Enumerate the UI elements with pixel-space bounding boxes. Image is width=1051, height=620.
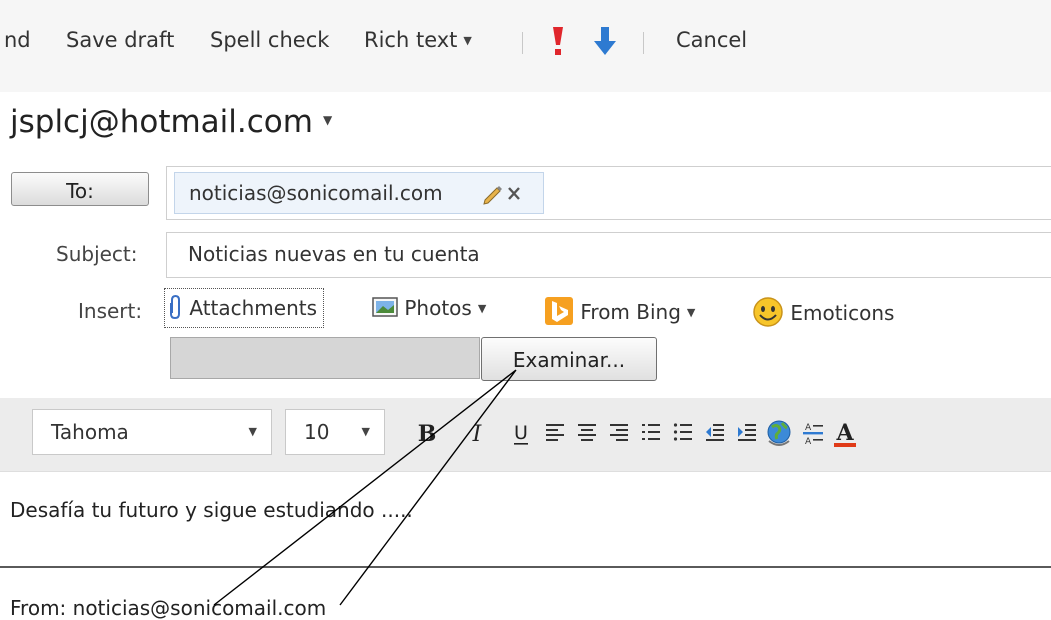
insert-attachments-button[interactable]: Attachments: [164, 288, 325, 328]
file-path-input[interactable]: [170, 337, 480, 379]
exclamation-icon: [553, 27, 563, 55]
svg-text:A: A: [805, 437, 812, 447]
numbered-list-icon: [642, 424, 660, 440]
svg-text:A: A: [835, 420, 854, 446]
from-bing-label: From Bing: [580, 300, 681, 324]
message-body-text[interactable]: Desafía tu futuro y sigue estudiando ...…: [10, 498, 413, 522]
edit-pencil-icon[interactable]: [483, 186, 502, 205]
chevron-down-icon: ▼: [322, 113, 333, 127]
smiley-icon: [753, 297, 783, 327]
save-draft-button[interactable]: Save draft: [66, 28, 174, 52]
remove-recipient-icon[interactable]: [508, 187, 520, 200]
from-account-label: jsplcj@hotmail.com: [10, 104, 313, 140]
photo-icon: [372, 297, 398, 317]
svg-text:A: A: [805, 423, 812, 433]
highlight-button[interactable]: A A: [798, 415, 828, 449]
cancel-button[interactable]: Cancel: [676, 28, 747, 52]
photos-label: Photos: [404, 296, 472, 320]
rich-text-button[interactable]: Rich text ▼: [364, 28, 472, 52]
send-button[interactable]: nd: [4, 28, 31, 52]
svg-text:U: U: [514, 422, 528, 444]
underline-button[interactable]: U: [506, 415, 536, 449]
font-size-value: 10: [304, 420, 330, 444]
toolbar-divider: [643, 32, 644, 54]
highlight-icon: A A: [803, 423, 823, 447]
font-family-select[interactable]: Tahoma ▼: [32, 409, 272, 455]
underline-icon: U: [514, 422, 528, 445]
insert-photos-button[interactable]: Photos ▼: [372, 296, 486, 320]
align-left-button[interactable]: [540, 415, 570, 449]
paperclip-icon: [170, 294, 180, 320]
font-color-button[interactable]: A: [830, 415, 860, 449]
subject-label: Subject:: [56, 242, 138, 266]
bulleted-list-button[interactable]: [668, 415, 698, 449]
increase-indent-button[interactable]: [732, 415, 762, 449]
insert-emoticons-button[interactable]: Emoticons: [752, 296, 894, 328]
decrease-indent-button[interactable]: [700, 415, 730, 449]
rich-text-label: Rich text: [364, 28, 458, 52]
font-family-value: Tahoma: [51, 420, 129, 444]
subject-value: Noticias nuevas en tu cuenta: [188, 242, 480, 266]
align-center-button[interactable]: [572, 415, 602, 449]
insert-link-button[interactable]: [764, 415, 794, 449]
spell-check-button[interactable]: Spell check: [210, 28, 329, 52]
recipient-chip[interactable]: noticias@sonicomail.com: [174, 172, 544, 214]
font-size-select[interactable]: 10 ▼: [285, 409, 385, 455]
browse-button[interactable]: Examinar...: [481, 337, 657, 381]
font-color-icon: A: [834, 420, 856, 447]
insert-label: Insert:: [78, 299, 143, 323]
chevron-down-icon: ▼: [361, 425, 370, 438]
clipped-text: . . . .: [214, 384, 334, 396]
from-account-selector[interactable]: jsplcj@hotmail.com ▼: [10, 104, 332, 140]
recipient-address: noticias@sonicomail.com: [189, 181, 443, 205]
bulleted-list-icon: [673, 423, 692, 441]
arrow-down-icon: [594, 27, 616, 55]
svg-text:B: B: [418, 421, 437, 447]
recipient-chip-tools: [481, 173, 529, 213]
forwarded-from-line: From: noticias@sonicomail.com: [10, 596, 327, 620]
chevron-down-icon: ▼: [463, 34, 472, 47]
align-right-button[interactable]: [604, 415, 634, 449]
attachments-label: Attachments: [189, 296, 318, 320]
bold-icon: B: [418, 421, 437, 447]
bing-icon: [545, 297, 573, 325]
toolbar-divider: [522, 32, 523, 54]
align-center-icon: [578, 424, 596, 441]
chevron-down-icon: ▼: [248, 425, 257, 438]
to-button[interactable]: To:: [11, 172, 149, 206]
chevron-down-icon: ▼: [686, 306, 696, 319]
chevron-down-icon: ▼: [477, 302, 487, 315]
decrease-indent-icon: [706, 424, 724, 441]
quoted-divider: [0, 566, 1051, 568]
bold-button[interactable]: B: [412, 415, 442, 449]
insert-from-bing-button[interactable]: From Bing ▼: [544, 296, 695, 326]
align-right-icon: [610, 424, 628, 441]
insert-link-icon: [767, 420, 791, 446]
italic-icon: I: [472, 422, 483, 447]
increase-indent-icon: [738, 424, 756, 441]
emoticons-label: Emoticons: [790, 301, 895, 325]
numbered-list-button[interactable]: [636, 415, 666, 449]
svg-text:I: I: [472, 422, 483, 447]
align-left-icon: [546, 424, 564, 441]
italic-button[interactable]: I: [462, 415, 492, 449]
high-priority-button[interactable]: [548, 24, 568, 60]
low-priority-button[interactable]: [592, 24, 618, 60]
